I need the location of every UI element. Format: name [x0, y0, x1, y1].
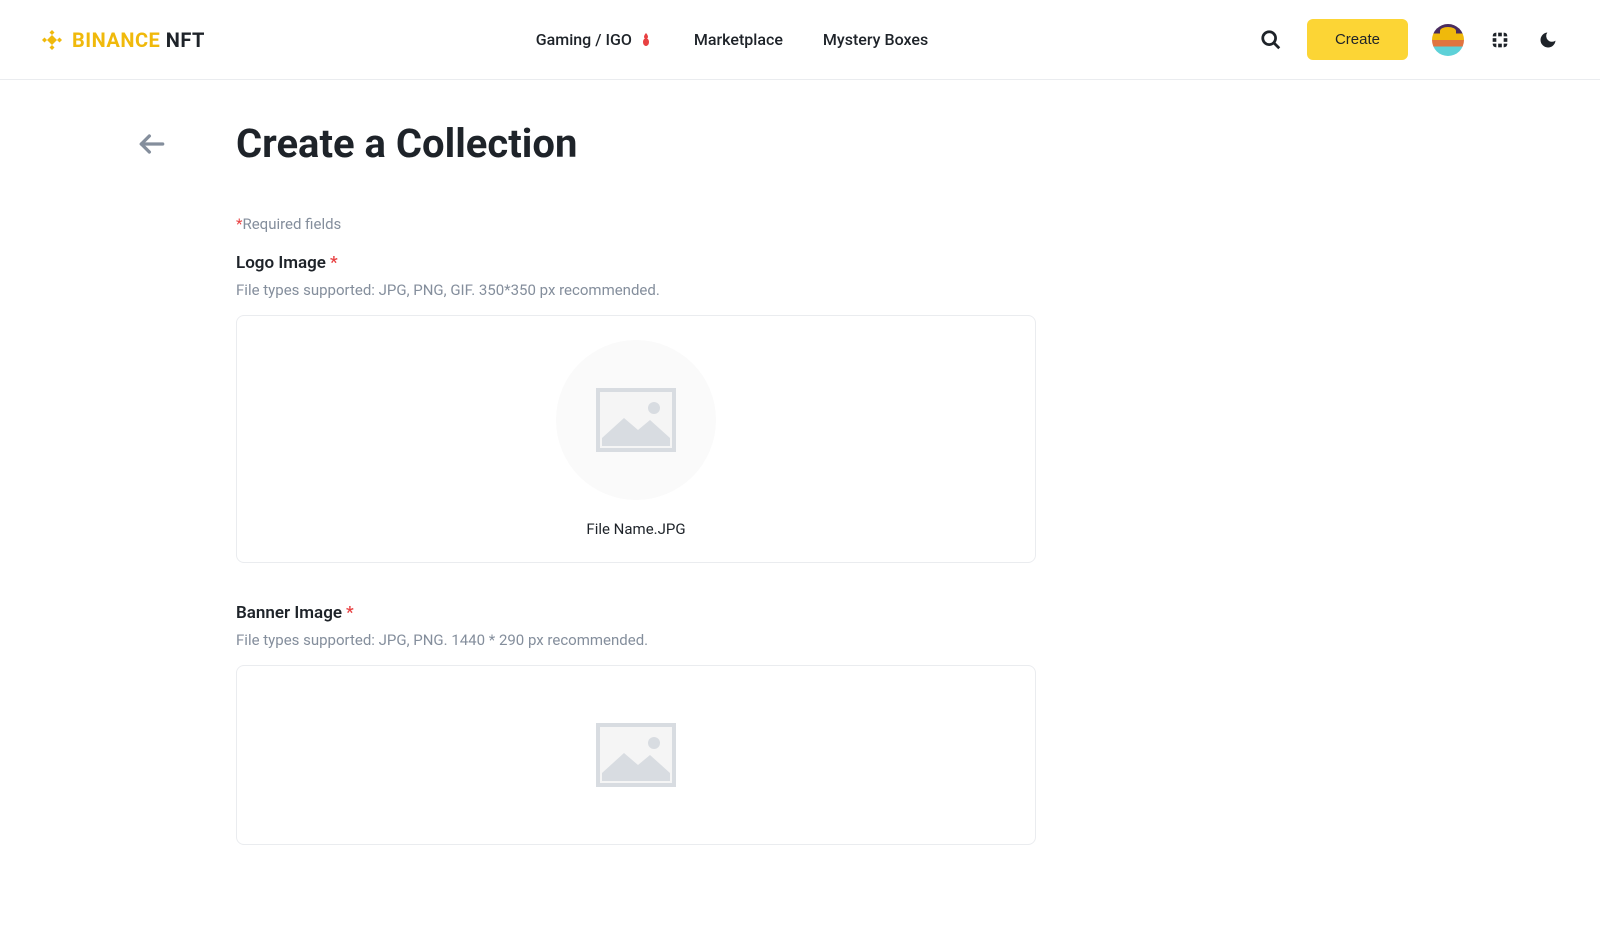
search-button[interactable] — [1259, 28, 1283, 52]
required-asterisk: * — [330, 253, 338, 273]
fire-icon — [638, 32, 654, 48]
nav: Gaming / IGO Marketplace Mystery Boxes — [536, 30, 928, 49]
back-button[interactable] — [136, 128, 168, 160]
banner-upload-area[interactable] — [236, 665, 1036, 845]
nav-link-label: Gaming / IGO — [536, 30, 632, 49]
field-label: Banner Image * — [236, 603, 1036, 623]
nav-link-marketplace[interactable]: Marketplace — [694, 30, 783, 49]
required-note: *Required fields — [236, 215, 1036, 233]
binance-logo-icon — [40, 28, 64, 52]
logo-upload-area[interactable]: File Name.JPG — [236, 315, 1036, 563]
avatar[interactable] — [1432, 24, 1464, 56]
header-right: Create — [1259, 19, 1560, 60]
field-logo-image: Logo Image * File types supported: JPG, … — [236, 253, 1036, 563]
required-asterisk: * — [346, 603, 354, 623]
field-hint: File types supported: JPG, PNG. 1440 * 2… — [236, 631, 1036, 649]
image-placeholder-icon — [596, 723, 676, 787]
theme-toggle[interactable] — [1536, 28, 1560, 52]
globe-icon — [1489, 29, 1511, 51]
nav-link-label: Mystery Boxes — [823, 30, 928, 49]
field-hint: File types supported: JPG, PNG, GIF. 350… — [236, 281, 1036, 299]
arrow-left-icon — [136, 128, 168, 160]
moon-icon — [1538, 30, 1558, 50]
logo[interactable]: BINANCE NFT — [40, 28, 205, 52]
page-title: Create a Collection — [236, 120, 1364, 167]
image-placeholder-icon — [596, 388, 676, 452]
content: *Required fields Logo Image * File types… — [236, 215, 1036, 845]
main: Create a Collection *Required fields Log… — [236, 80, 1364, 925]
logo-text: BINANCE NFT — [72, 28, 205, 52]
search-icon — [1260, 29, 1282, 51]
file-name-label: File Name.JPG — [586, 520, 685, 538]
upload-preview-circle — [556, 340, 716, 500]
language-button[interactable] — [1488, 28, 1512, 52]
header: BINANCE NFT Gaming / IGO Marketplace Mys… — [0, 0, 1600, 80]
create-button[interactable]: Create — [1307, 19, 1408, 60]
field-label: Logo Image * — [236, 253, 1036, 273]
nav-link-mystery-boxes[interactable]: Mystery Boxes — [823, 30, 928, 49]
field-banner-image: Banner Image * File types supported: JPG… — [236, 603, 1036, 845]
nav-link-label: Marketplace — [694, 30, 783, 49]
nav-link-gaming[interactable]: Gaming / IGO — [536, 30, 654, 49]
